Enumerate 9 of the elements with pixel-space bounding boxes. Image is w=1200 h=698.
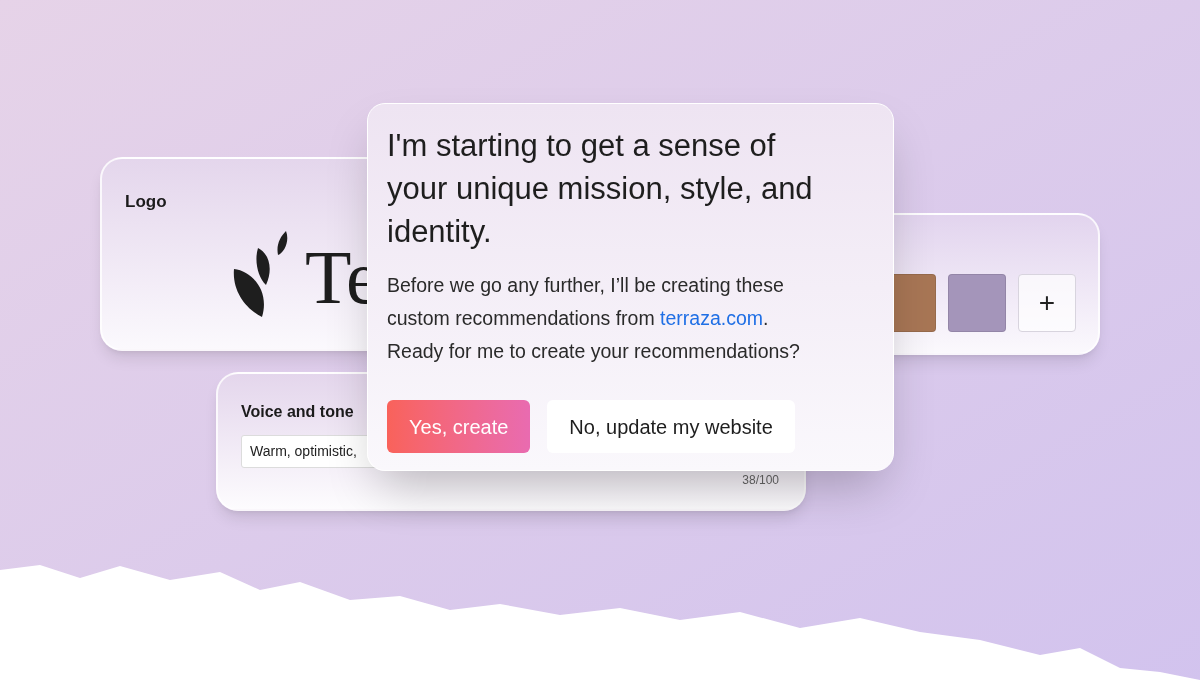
add-color-button[interactable]: + bbox=[1018, 274, 1076, 332]
color-swatch[interactable] bbox=[948, 274, 1006, 332]
update-website-button[interactable]: No, update my website bbox=[547, 400, 795, 453]
dialog-heading: I'm starting to get a sense of your unique mission, style, and identity. bbox=[387, 127, 814, 251]
card-title: Logo bbox=[125, 191, 167, 213]
card-title: Voice and tone bbox=[241, 402, 354, 422]
website-link[interactable]: terraza.com bbox=[660, 307, 764, 329]
character-count: 38/100 bbox=[742, 472, 779, 489]
dialog-message: Before we go any further, I’ll be creating these custom recommendations from terraza.com. Ready for me to create your recommendations? bbox=[387, 273, 801, 364]
